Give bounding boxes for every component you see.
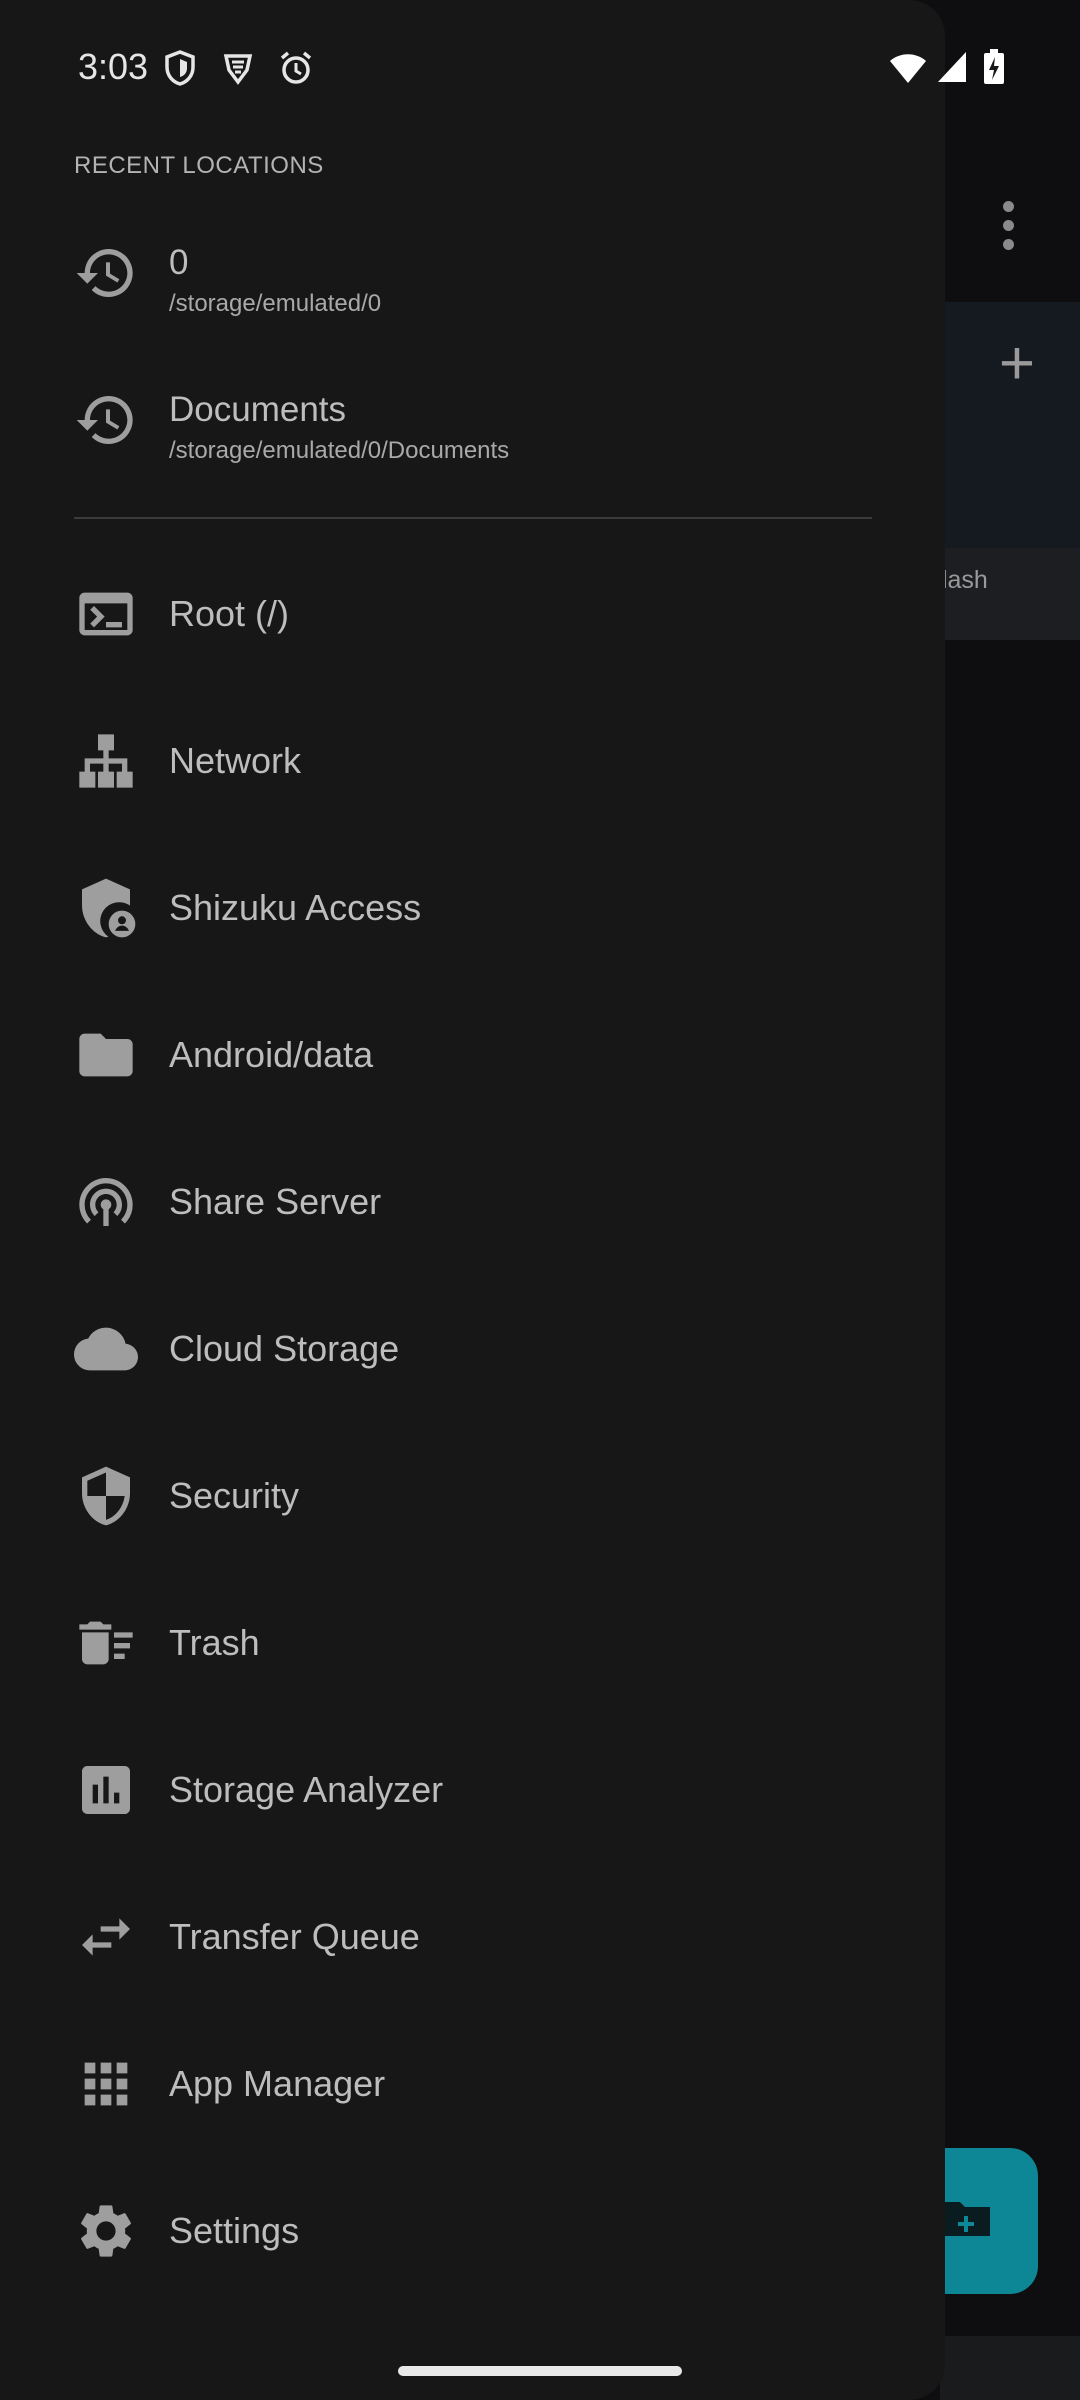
signal-icon: [936, 48, 968, 88]
recent-location-item[interactable]: Documents /storage/emulated/0/Documents: [0, 352, 945, 492]
recent-location-path: /storage/emulated/0/Documents: [169, 437, 510, 464]
status-bar: 3:03: [0, 0, 1004, 130]
nav-item-label: Share Server: [169, 1181, 382, 1222]
network-icon: [74, 729, 138, 793]
trash-icon: [74, 1611, 138, 1675]
nav-item-label: Security: [169, 1475, 300, 1516]
recent-locations-header: RECENT LOCATIONS: [74, 152, 324, 179]
status-time: 3:03: [78, 46, 149, 87]
nav-item-android-data[interactable]: Android/data: [0, 982, 945, 1129]
terminal-icon: [74, 582, 138, 646]
nav-item-label: Android/data: [169, 1034, 374, 1075]
background-bottom-bar: [940, 2336, 1080, 2400]
folder-icon: [74, 1023, 138, 1087]
nav-item-label: Cloud Storage: [169, 1328, 400, 1369]
add-tab-icon[interactable]: +: [990, 333, 1044, 395]
nav-item-label: Transfer Queue: [169, 1916, 420, 1957]
grid-icon: [74, 2052, 138, 2116]
nav-item-storage-analyzer[interactable]: Storage Analyzer: [0, 1717, 945, 1864]
broadcast-icon: [74, 1170, 138, 1234]
history-icon: [74, 241, 138, 305]
nav-item-label: Network: [169, 740, 302, 781]
brave-icon: [218, 48, 258, 88]
nav-item-label: Trash: [169, 1622, 260, 1663]
nav-item-security[interactable]: Security: [0, 1423, 945, 1570]
cloud-icon: [74, 1317, 138, 1381]
recent-location-title: Documents: [169, 390, 347, 429]
nav-item-label: Shizuku Access: [169, 887, 422, 928]
nav-item-label: App Manager: [169, 2063, 386, 2104]
nav-item-transfer-queue[interactable]: Transfer Queue: [0, 1864, 945, 2011]
recent-location-item[interactable]: 0 /storage/emulated/0: [0, 205, 945, 345]
gear-icon: [74, 2199, 138, 2263]
bar-chart-icon: [74, 1758, 138, 1822]
battery-charging-icon: [982, 48, 1006, 88]
nav-item-share-server[interactable]: Share Server: [0, 1129, 945, 1276]
nav-item-root[interactable]: Root (/): [0, 541, 945, 688]
nav-item-label: Root (/): [169, 593, 290, 634]
folder-plus-icon: [940, 2196, 992, 2238]
navigation-drawer: 3:03 RECENT LOCATIONS 0 /storage/emulate…: [0, 0, 1004, 2400]
alarm-icon: [276, 48, 316, 88]
nav-item-trash[interactable]: Trash: [0, 1570, 945, 1717]
security-shield-icon: [74, 1464, 138, 1528]
swap-arrows-icon: [74, 1905, 138, 1969]
wifi-icon: [888, 48, 928, 88]
shield-user-icon: [74, 876, 138, 940]
history-icon: [74, 388, 138, 452]
nav-item-shizuku-access[interactable]: Shizuku Access: [0, 835, 945, 982]
recent-location-title: 0: [169, 243, 189, 282]
nav-item-cloud-storage[interactable]: Cloud Storage: [0, 1276, 945, 1423]
nav-item-label: Storage Analyzer: [169, 1769, 444, 1810]
vpn-shield-icon: [160, 48, 200, 88]
recent-location-path: /storage/emulated/0: [169, 290, 382, 317]
drawer-divider: [74, 517, 872, 519]
home-indicator[interactable]: [398, 2366, 682, 2376]
nav-item-network[interactable]: Network: [0, 688, 945, 835]
overflow-menu-icon[interactable]: [990, 195, 1026, 255]
nav-item-label: Settings: [169, 2210, 300, 2251]
nav-item-settings[interactable]: Settings: [0, 2158, 945, 2305]
nav-item-app-manager[interactable]: App Manager: [0, 2011, 945, 2158]
